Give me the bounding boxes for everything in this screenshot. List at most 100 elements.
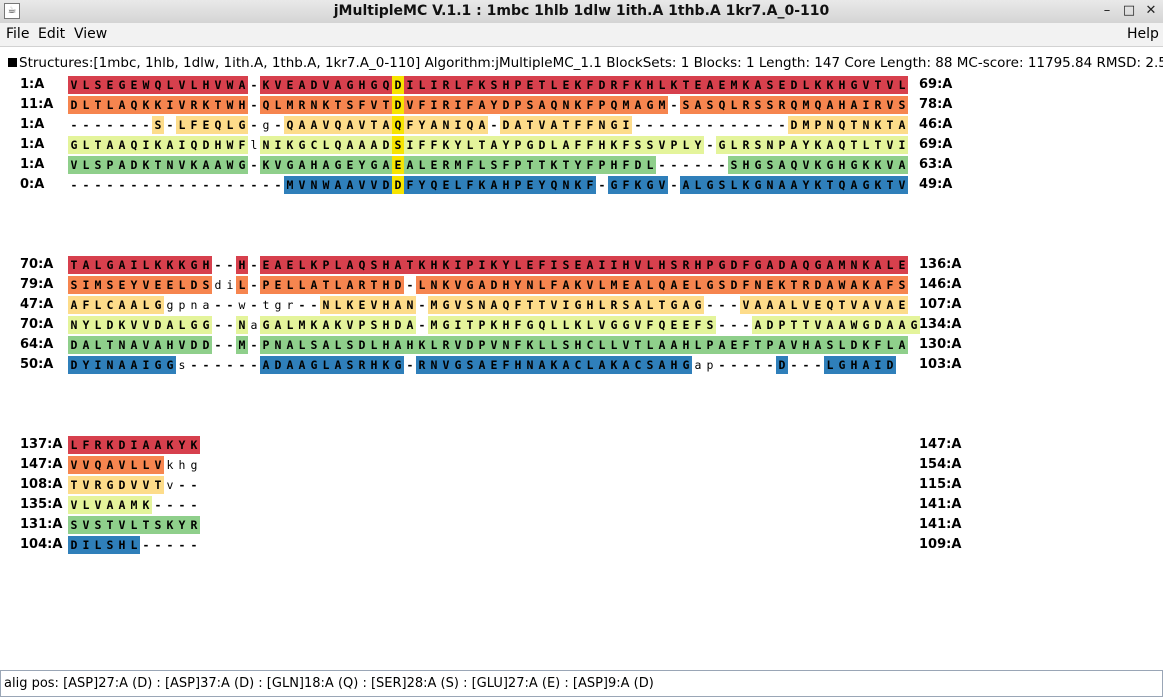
residue[interactable]: A <box>404 316 416 334</box>
residue[interactable]: A <box>680 296 692 314</box>
residue[interactable]: L <box>608 336 620 354</box>
residue[interactable]: T <box>92 136 104 154</box>
residue[interactable]: A <box>776 176 788 194</box>
residue[interactable]: A <box>296 356 308 374</box>
residue[interactable]: G <box>848 156 860 174</box>
residue[interactable]: K <box>440 136 452 154</box>
residue[interactable]: G <box>296 136 308 154</box>
residue[interactable]: P <box>512 96 524 114</box>
residue[interactable]: D <box>488 276 500 294</box>
sequence-track[interactable]: DLTLAQKKIVRKTWH-QLMRNKTSFVTDVFIRIFAYDPSA… <box>68 96 908 114</box>
residue[interactable]: I <box>404 76 416 94</box>
residue[interactable]: F <box>644 316 656 334</box>
residue[interactable]: L <box>176 116 188 134</box>
residue[interactable]: V <box>128 316 140 334</box>
residue[interactable]: Q <box>608 96 620 114</box>
residue[interactable]: - <box>704 296 716 314</box>
residue[interactable]: A <box>836 316 848 334</box>
residue[interactable]: A <box>692 96 704 114</box>
residue[interactable]: Q <box>656 316 668 334</box>
residue[interactable]: F <box>404 176 416 194</box>
residue[interactable]: H <box>848 356 860 374</box>
residue[interactable]: A <box>272 316 284 334</box>
residue[interactable]: S <box>620 296 632 314</box>
residue[interactable]: D <box>392 96 404 114</box>
residue[interactable]: K <box>572 276 584 294</box>
residue[interactable]: K <box>872 116 884 134</box>
residue[interactable]: I <box>452 116 464 134</box>
residue[interactable]: T <box>368 116 380 134</box>
residue[interactable]: I <box>80 276 92 294</box>
residue[interactable]: L <box>68 436 80 454</box>
residue[interactable]: S <box>716 276 728 294</box>
residue[interactable]: L <box>464 136 476 154</box>
residue[interactable]: H <box>596 136 608 154</box>
sequence-track[interactable]: SIMSEYVEELDSdiL-PELLATLARTHD-LNKVGADHYNL… <box>68 276 908 294</box>
residue[interactable]: L <box>80 156 92 174</box>
residue[interactable]: N <box>764 136 776 154</box>
residue[interactable]: R <box>440 336 452 354</box>
residue[interactable]: L <box>92 256 104 274</box>
residue[interactable]: K <box>140 96 152 114</box>
residue[interactable]: - <box>740 356 752 374</box>
residue[interactable]: A <box>128 356 140 374</box>
residue[interactable]: R <box>416 356 428 374</box>
residue[interactable]: - <box>776 116 788 134</box>
residue[interactable]: A <box>872 256 884 274</box>
residue[interactable]: F <box>884 276 896 294</box>
residue[interactable]: T <box>788 316 800 334</box>
residue[interactable]: I <box>620 116 632 134</box>
residue[interactable]: - <box>176 176 188 194</box>
residue[interactable]: G <box>308 356 320 374</box>
residue[interactable]: G <box>104 476 116 494</box>
residue[interactable]: - <box>68 176 80 194</box>
residue[interactable]: G <box>368 156 380 174</box>
residue[interactable]: D <box>152 316 164 334</box>
residue[interactable]: A <box>704 76 716 94</box>
residue[interactable]: - <box>212 356 224 374</box>
residue[interactable]: T <box>872 136 884 154</box>
residue[interactable]: K <box>488 256 500 274</box>
residue[interactable]: V <box>176 76 188 94</box>
residue[interactable]: A <box>776 336 788 354</box>
residue[interactable]: T <box>848 116 860 134</box>
residue[interactable]: Q <box>800 256 812 274</box>
residue[interactable]: P <box>704 256 716 274</box>
residue[interactable]: D <box>536 136 548 154</box>
residue[interactable]: E <box>440 176 452 194</box>
residue[interactable]: T <box>524 156 536 174</box>
residue[interactable]: G <box>464 276 476 294</box>
residue[interactable]: D <box>104 316 116 334</box>
residue[interactable]: - <box>704 156 716 174</box>
residue[interactable]: Y <box>416 116 428 134</box>
residue[interactable]: A <box>752 296 764 314</box>
residue[interactable]: A <box>560 276 572 294</box>
residue[interactable]: L <box>104 96 116 114</box>
residue[interactable]: R <box>440 76 452 94</box>
residue[interactable]: H <box>404 336 416 354</box>
residue[interactable]: P <box>476 336 488 354</box>
residue[interactable]: R <box>800 276 812 294</box>
residue[interactable]: K <box>632 76 644 94</box>
residue[interactable]: T <box>464 316 476 334</box>
residue[interactable]: W <box>224 156 236 174</box>
residue[interactable]: V <box>152 456 164 474</box>
residue[interactable]: G <box>344 76 356 94</box>
residue[interactable]: K <box>476 176 488 194</box>
residue[interactable]: K <box>476 76 488 94</box>
residue[interactable]: H <box>236 256 248 274</box>
residue[interactable]: E <box>524 256 536 274</box>
residue[interactable]: Y <box>572 156 584 174</box>
residue[interactable]: D <box>68 96 80 114</box>
residue[interactable]: L <box>332 256 344 274</box>
residue[interactable]: G <box>824 156 836 174</box>
residue[interactable]: V <box>656 136 668 154</box>
residue[interactable]: I <box>92 356 104 374</box>
residue[interactable]: H <box>680 336 692 354</box>
residue[interactable]: N <box>848 256 860 274</box>
residue[interactable]: K <box>176 256 188 274</box>
residue[interactable]: A <box>788 256 800 274</box>
residue[interactable]: T <box>320 276 332 294</box>
residue[interactable]: - <box>188 496 200 514</box>
residue[interactable]: E <box>680 316 692 334</box>
